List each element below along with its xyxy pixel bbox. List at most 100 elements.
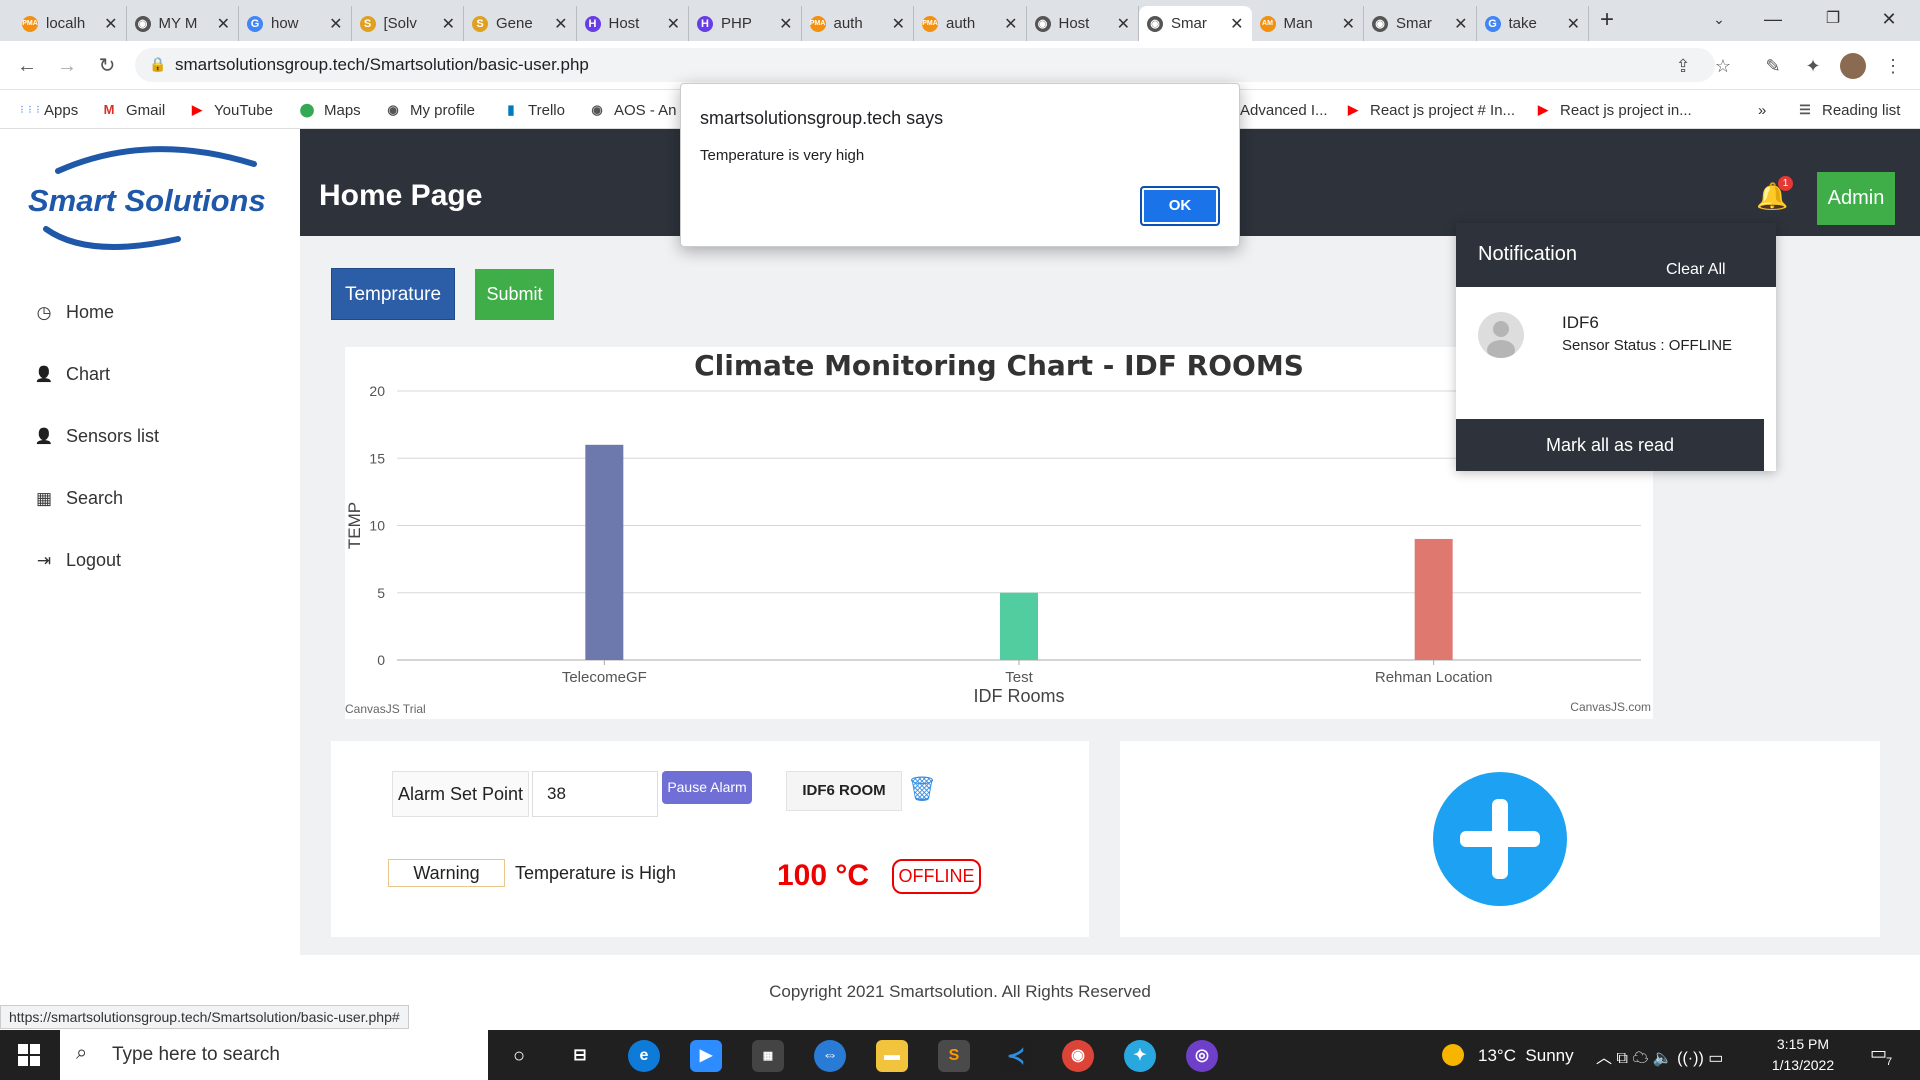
- alarm-setpoint-input[interactable]: 38: [532, 771, 658, 817]
- extensions-icon[interactable]: ✦: [1800, 53, 1826, 79]
- bookmark-item[interactable]: ◉ My profile: [384, 99, 475, 121]
- sidebar-item-home[interactable]: ◷ Home: [34, 302, 114, 323]
- bookmarks-more-button[interactable]: »: [1758, 99, 1766, 121]
- avatar: [1478, 312, 1524, 358]
- clock-time[interactable]: 3:15 PM: [1758, 1036, 1848, 1052]
- tab-close-icon[interactable]: ✕: [1567, 14, 1580, 34]
- file-explorer-icon[interactable]: ▬: [876, 1040, 908, 1072]
- browser-tab[interactable]: ◉ Host ✕: [1027, 6, 1139, 41]
- browser-tab[interactable]: H Host ✕: [577, 6, 689, 41]
- browser-tab[interactable]: ◉ Smar ✕: [1139, 6, 1252, 41]
- weather-text[interactable]: 13°C Sunny: [1478, 1046, 1574, 1066]
- zoom-icon[interactable]: ▶: [690, 1040, 722, 1072]
- back-icon[interactable]: ←: [12, 51, 42, 81]
- trash-icon[interactable]: 🗑: [907, 775, 937, 804]
- menu-icon[interactable]: ⋮: [1880, 53, 1906, 79]
- sidebar-item-sensors-list[interactable]: 👤 Sensors list: [34, 426, 159, 447]
- close-window-button[interactable]: ✕: [1862, 0, 1916, 40]
- browser-tab[interactable]: Ghow ✕: [239, 6, 352, 41]
- reading-list-button[interactable]: ☰ Reading list: [1796, 99, 1900, 121]
- browser-tab[interactable]: ◉ Smar ✕: [1364, 6, 1477, 41]
- sidebar-item-chart[interactable]: 👤 Chart: [34, 364, 110, 385]
- tab-close-icon[interactable]: ✕: [1342, 14, 1355, 34]
- task-view-icon[interactable]: ⊟: [564, 1040, 596, 1072]
- bookmark-item[interactable]: ◉ AOS - An: [588, 99, 676, 121]
- cortana-icon[interactable]: ○: [503, 1040, 535, 1072]
- bookmark-item[interactable]: Advanced I...: [1240, 99, 1328, 121]
- clear-all-link[interactable]: Clear All: [1666, 261, 1726, 279]
- y-axis-label: TEMP: [345, 502, 364, 549]
- bookmark-favicon-icon: ▮: [507, 102, 515, 117]
- reload-icon[interactable]: ↻: [92, 51, 122, 81]
- browser-tab[interactable]: PMA localh ✕: [14, 6, 127, 41]
- browser-tab[interactable]: S [Solv ✕: [352, 6, 464, 41]
- logo: Smart Solutions: [28, 139, 288, 259]
- teamviewer-icon[interactable]: ⇔: [814, 1040, 846, 1072]
- admin-button[interactable]: Admin: [1817, 172, 1895, 225]
- bookmark-item[interactable]: ▶ YouTube: [188, 99, 273, 121]
- mark-all-read-button[interactable]: Mark all as read: [1456, 419, 1764, 471]
- tab-close-icon[interactable]: ✕: [892, 14, 905, 34]
- pause-alarm-button[interactable]: Pause Alarm: [662, 771, 752, 804]
- restore-button[interactable]: ❐: [1806, 0, 1860, 40]
- tab-close-icon[interactable]: ✕: [104, 14, 117, 34]
- tab-search-icon[interactable]: ⌄: [1692, 0, 1746, 40]
- submit-button[interactable]: Submit: [475, 269, 554, 320]
- bookmark-item[interactable]: ⋮⋮⋮ Apps: [18, 99, 78, 121]
- add-sensor-button[interactable]: [1433, 772, 1567, 906]
- tab-close-icon[interactable]: ✕: [329, 14, 342, 34]
- github-icon[interactable]: ◎: [1186, 1040, 1218, 1072]
- alarm-setpoint-label: Alarm Set Point: [392, 771, 529, 817]
- sidebar-item-search[interactable]: ▦ Search: [34, 488, 123, 509]
- browser-tab[interactable]: H PHP ✕: [689, 6, 802, 41]
- y-tick-label: 10: [369, 518, 385, 534]
- browser-tab[interactable]: PMA auth ✕: [802, 6, 914, 41]
- tab-close-icon[interactable]: ✕: [1230, 14, 1243, 34]
- bookmark-item[interactable]: ▶ React js project in...: [1534, 99, 1692, 121]
- tab-close-icon[interactable]: ✕: [1454, 14, 1467, 34]
- app-icon[interactable]: ✦: [1124, 1040, 1156, 1072]
- eyedropper-icon[interactable]: ✎: [1760, 53, 1786, 79]
- tray-icons[interactable]: ︿ ⧉ ☁ 🔈 ((·)) ▭: [1596, 1044, 1723, 1068]
- bookmark-star-icon[interactable]: ☆: [1710, 53, 1736, 79]
- bookmark-item[interactable]: ▶ React js project # In...: [1344, 99, 1515, 121]
- tab-close-icon[interactable]: ✕: [667, 14, 680, 34]
- taskbar-search[interactable]: ⌕ Type here to search: [60, 1030, 488, 1080]
- tab-close-icon[interactable]: ✕: [779, 14, 792, 34]
- browser-tab[interactable]: AM Man ✕: [1252, 6, 1364, 41]
- dialog-ok-button[interactable]: OK: [1140, 186, 1220, 226]
- user-placeholder-icon: [1487, 321, 1515, 358]
- bookmark-label: Apps: [44, 101, 79, 119]
- new-tab-button[interactable]: +: [1600, 6, 1614, 34]
- tab-close-icon[interactable]: ✕: [1004, 14, 1017, 34]
- vscode-icon[interactable]: ≺: [1000, 1040, 1032, 1072]
- browser-tab[interactable]: S Gene ✕: [464, 6, 577, 41]
- tab-close-icon[interactable]: ✕: [217, 14, 230, 34]
- sidebar-item-logout[interactable]: ⇥ Logout: [34, 550, 121, 571]
- warning-text: Temperature is High: [515, 863, 677, 883]
- chrome-icon[interactable]: ◉: [1062, 1040, 1094, 1072]
- action-center-icon[interactable]: ▭: [1870, 1043, 1887, 1064]
- bookmark-item[interactable]: ⬤ Maps: [298, 99, 361, 121]
- browser-tab[interactable]: PMA auth ✕: [914, 6, 1027, 41]
- chart-bar: [585, 444, 624, 660]
- share-icon[interactable]: ⇪: [1670, 53, 1696, 79]
- notification-item[interactable]: IDF6 Sensor Status : OFFLINE: [1456, 287, 1776, 409]
- minimize-button[interactable]: —: [1746, 0, 1800, 40]
- profile-avatar[interactable]: [1840, 53, 1866, 79]
- tab-close-icon[interactable]: ✕: [1117, 14, 1130, 34]
- browser-tab[interactable]: ◉ MY M ✕: [127, 6, 239, 41]
- forward-icon[interactable]: →: [52, 51, 82, 81]
- temperature-button[interactable]: Temprature: [331, 268, 455, 320]
- bookmark-item[interactable]: ▮ Trello: [502, 99, 565, 121]
- clock-date[interactable]: 1/13/2022: [1758, 1057, 1848, 1073]
- browser-tab[interactable]: Gtake ✕: [1477, 6, 1589, 41]
- tab-close-icon[interactable]: ✕: [554, 14, 567, 34]
- bookmark-item[interactable]: M Gmail: [100, 99, 166, 121]
- game-icon[interactable]: ▦: [752, 1040, 784, 1072]
- address-bar[interactable]: 🔒 smartsolutionsgroup.tech/Smartsolution…: [135, 48, 1715, 82]
- edge-icon[interactable]: e: [628, 1040, 660, 1072]
- sublime-icon[interactable]: S: [938, 1040, 970, 1072]
- windows-start-icon[interactable]: [18, 1044, 40, 1066]
- tab-close-icon[interactable]: ✕: [442, 14, 455, 34]
